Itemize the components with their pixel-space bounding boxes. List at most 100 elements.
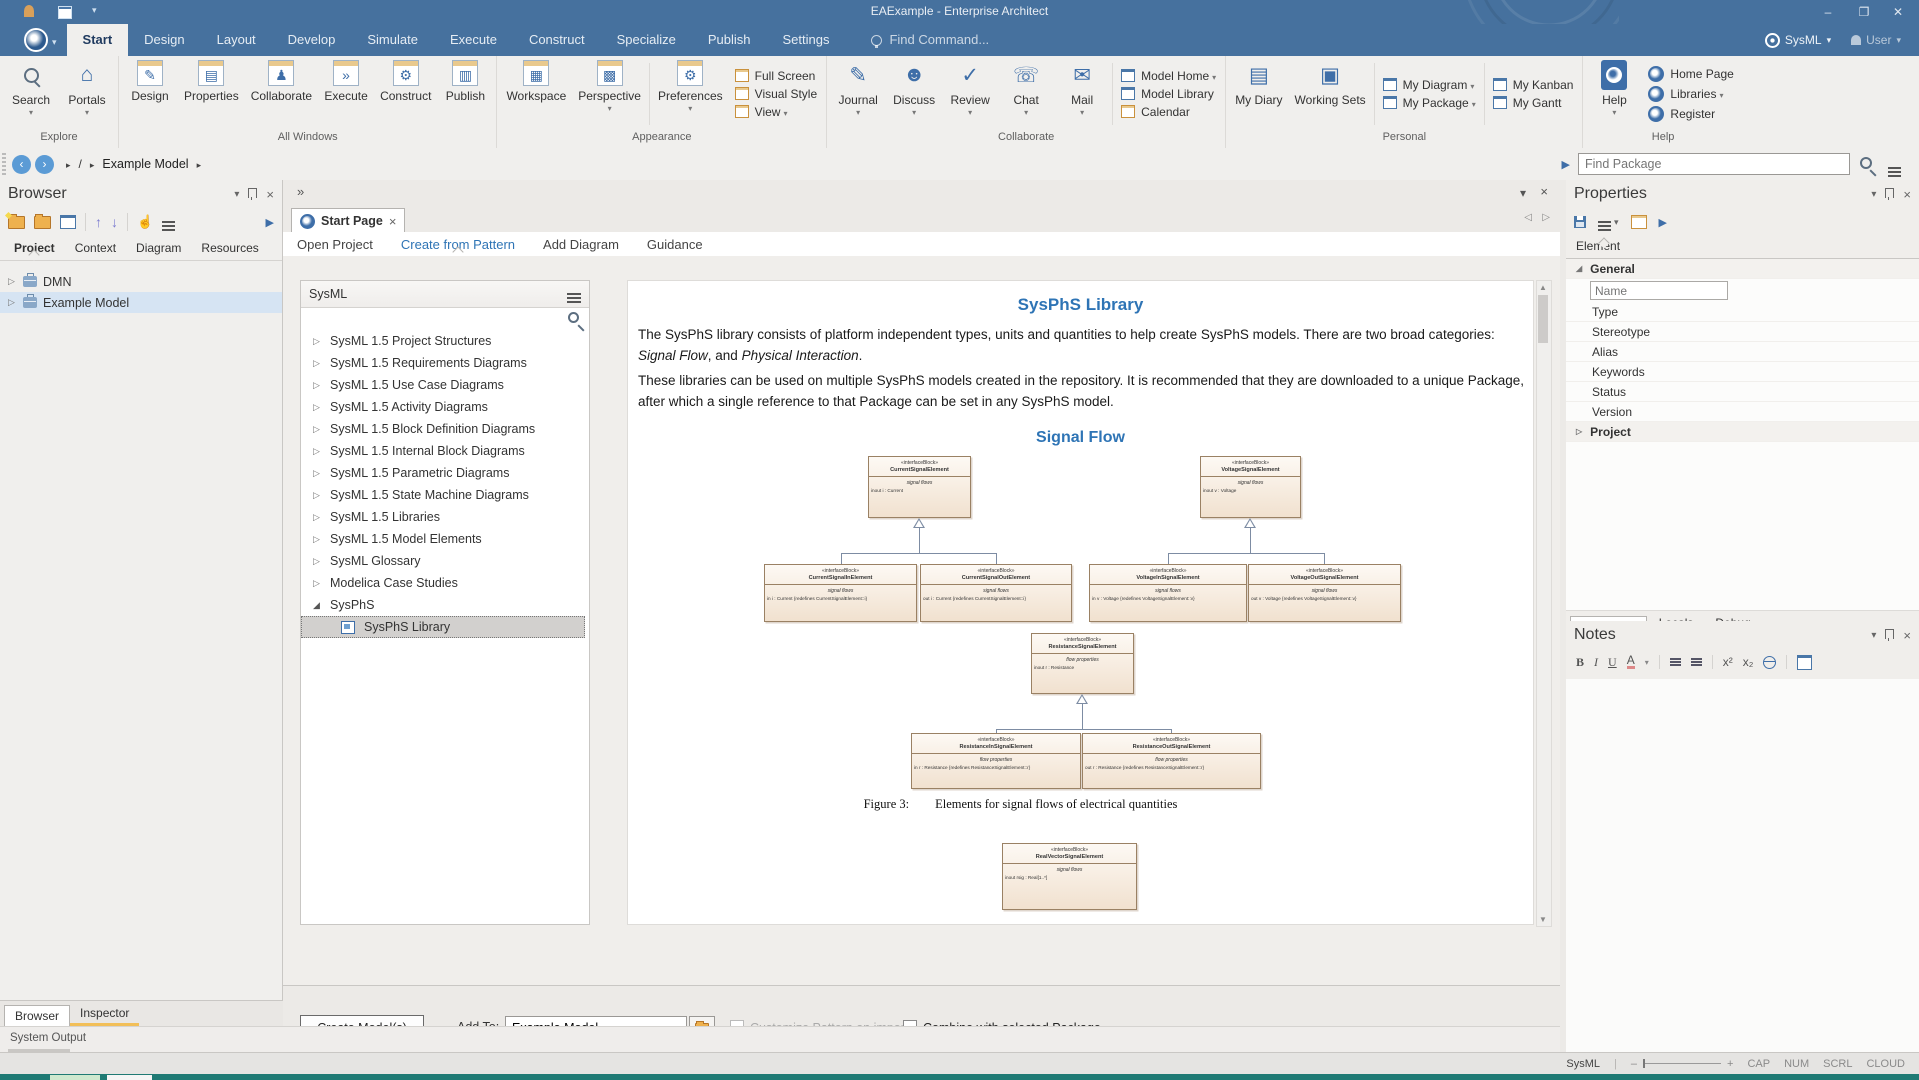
move-down-icon[interactable]: ↓ [111,214,118,230]
find-package-input[interactable] [1578,153,1850,175]
working-sets-button[interactable]: Working Sets [1289,57,1372,130]
breadcrumb[interactable]: Example Model [102,157,188,171]
expand-arrow-icon[interactable] [313,556,321,567]
italic-button[interactable] [1594,655,1598,670]
all-windows-button[interactable]: Properties [178,57,245,130]
all-windows-button[interactable]: Execute [318,57,374,130]
all-windows-button[interactable]: Construct [374,57,437,130]
panel-menu-chevron-icon[interactable] [1871,630,1876,641]
pointer-icon[interactable]: ☝ [137,214,153,230]
expand-arrow-icon[interactable] [313,490,321,501]
numbered-list-button[interactable] [1691,658,1702,660]
scrollbar-thumb[interactable] [1538,295,1548,343]
collapse-arrow-icon[interactable] [313,600,321,611]
minimize-button[interactable]: – [1813,3,1843,21]
chevron-down-icon[interactable] [1645,658,1649,667]
ribbon-tab[interactable]: Design [128,24,200,56]
name-field[interactable] [1590,281,1728,300]
perspective-selector[interactable]: SysML [1765,24,1831,56]
collaborate-button[interactable]: Review [942,57,998,130]
my-package-button[interactable]: My Package [1383,96,1476,110]
find-package-search-icon[interactable] [1860,157,1872,172]
scroll-up-icon[interactable]: ▲ [1537,283,1549,292]
font-color-button[interactable] [1627,655,1635,669]
superscript-button[interactable] [1723,655,1733,669]
pattern-list-item[interactable]: SysML 1.5 Block Definition Diagrams [301,418,589,440]
pattern-group-header[interactable]: SysML [301,281,589,308]
model-home-button[interactable]: Model Home [1121,69,1216,83]
toolbar-grip[interactable] [2,153,6,175]
zoom-in-icon[interactable]: + [1727,1058,1733,1070]
expand-arrow-icon[interactable] [313,358,321,369]
properties-menu-icon[interactable] [1598,213,1619,231]
collapse-arrow-icon[interactable] [1576,264,1582,273]
nav-forward-button[interactable] [35,155,54,174]
close-button[interactable]: ✕ [1883,3,1913,21]
my-diagram-button[interactable]: My Diagram [1383,78,1476,92]
document-scrollbar[interactable]: ▲ ▼ [1536,280,1552,927]
expand-arrow-icon[interactable] [313,402,321,413]
ribbon-tab[interactable]: Publish [692,24,767,56]
ribbon-tab[interactable]: Specialize [601,24,692,56]
status-perspective[interactable]: SysML [1566,1058,1600,1070]
uml-block-resistance-signal[interactable]: «interfaceBlock»ResistanceSignalElement … [1031,633,1134,694]
all-windows-button[interactable]: Design [122,57,178,130]
tab-list-chevron-icon[interactable] [1520,186,1526,200]
pattern-list-item[interactable]: SysML 1.5 State Machine Diagrams [301,484,589,506]
zoom-slider[interactable]: – + [1631,1058,1734,1070]
visual-style-button[interactable]: Visual Style [735,87,817,101]
pin-icon[interactable] [248,188,257,201]
tab-diagram[interactable]: Diagram [128,241,189,255]
collaborate-button[interactable]: Discuss [886,57,942,130]
tree-item-dmn[interactable]: DMN [0,271,282,292]
portals-button[interactable]: Portals [59,57,115,130]
uml-block-voltage-signal[interactable]: «interfaceBlock»VoltageSignalElement sig… [1200,456,1301,518]
pattern-list-item-sysphs-library[interactable]: SysPhS Library [301,616,585,638]
move-up-icon[interactable]: ↑ [95,214,102,230]
collaborate-button[interactable]: Mail [1054,57,1110,130]
underline-button[interactable] [1608,655,1617,670]
pattern-menu-icon[interactable] [567,293,581,295]
panel-menu-chevron-icon[interactable] [1871,189,1876,200]
tab-context[interactable]: Context [67,241,124,255]
uml-block-resistance-in[interactable]: «interfaceBlock»ResistanceInSignalElemen… [911,733,1081,789]
property-row[interactable]: Keywords [1566,362,1919,382]
tab-scroll-left-icon[interactable]: ◁ [1524,212,1532,223]
pattern-list-item[interactable]: SysML 1.5 Parametric Diagrams [301,462,589,484]
uml-block-voltage-in[interactable]: «interfaceBlock»VoltageInSignalElement s… [1089,564,1247,622]
all-windows-button[interactable]: Collaborate [245,57,318,130]
panel-menu-chevron-icon[interactable] [234,189,239,200]
model-library-button[interactable]: Model Library [1121,87,1216,101]
ribbon-tab[interactable]: Execute [434,24,513,56]
libraries-button[interactable]: Libraries [1648,86,1733,102]
property-row[interactable]: Stereotype [1566,322,1919,342]
menu-add-diagram[interactable]: Add Diagram [543,237,619,252]
search-button[interactable]: Search [3,57,59,130]
uml-block-real-vector[interactable]: «interfaceBlock»RealVectorSignalElement … [1002,843,1137,910]
pattern-list-item[interactable]: SysML 1.5 Requirements Diagrams [301,352,589,374]
menu-guidance[interactable]: Guidance [647,237,703,252]
pattern-search-icon[interactable] [568,312,579,326]
help-button[interactable]: Help [1586,57,1642,130]
toolbar-menu-icon[interactable] [1888,167,1901,169]
menu-create-from-pattern[interactable]: Create from Pattern [401,237,515,252]
property-row[interactable]: Status [1566,382,1919,402]
pattern-list-item[interactable]: SysML 1.5 Libraries [301,506,589,528]
collaborate-button[interactable]: Chat [998,57,1054,130]
tab-overflow-chevrons-icon[interactable]: » [297,184,304,199]
view-button[interactable]: View [735,105,817,119]
ribbon-tab[interactable]: Construct [513,24,601,56]
tab-browser[interactable]: Browser [4,1005,70,1026]
find-command-box[interactable]: Find Command... [871,24,989,56]
calendar-button[interactable]: Calendar [1121,105,1216,119]
bold-button[interactable] [1576,655,1584,670]
expand-arrow-icon[interactable] [313,534,321,545]
expand-arrow-icon[interactable] [313,512,321,523]
user-menu[interactable]: User [1851,24,1901,56]
expand-arrow-icon[interactable] [313,578,321,589]
scroll-down-icon[interactable]: ▼ [1537,915,1549,924]
property-row[interactable]: Version [1566,402,1919,422]
expand-arrow-icon[interactable] [1576,427,1582,436]
expand-arrow-icon[interactable] [313,336,321,347]
close-view-icon[interactable] [1540,184,1548,199]
